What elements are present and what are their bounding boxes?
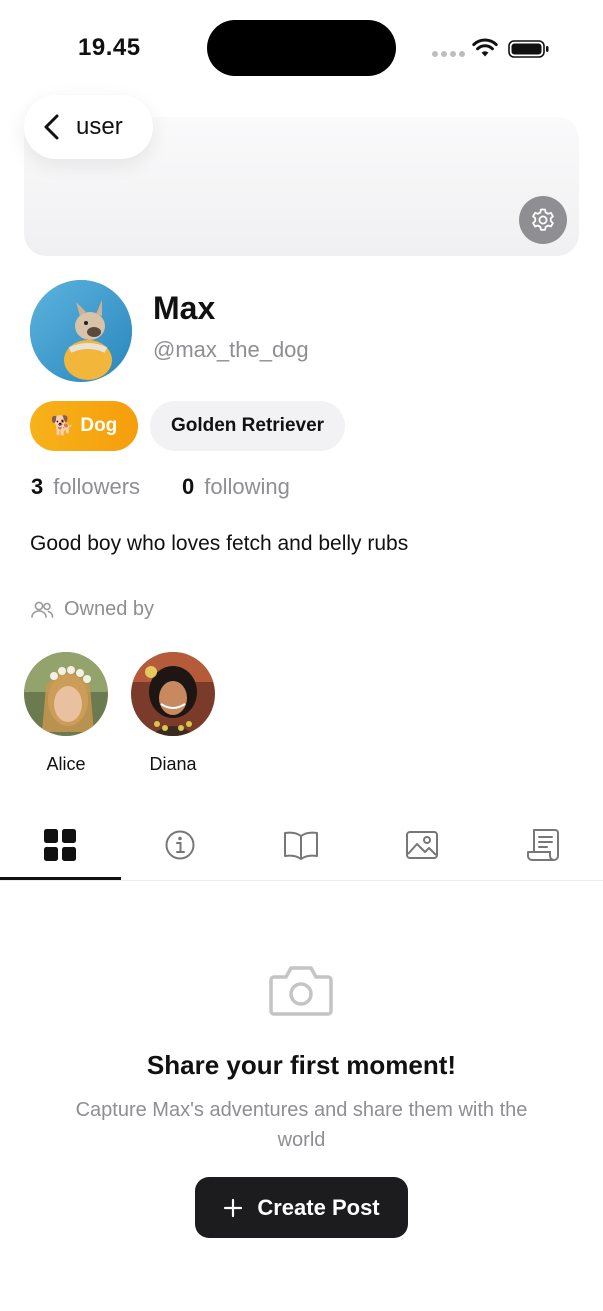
- pet-handle: @max_the_dog: [153, 337, 309, 362]
- settings-button[interactable]: [519, 196, 567, 244]
- following-stat[interactable]: 0 following: [182, 474, 290, 500]
- pet-name: Max: [153, 290, 216, 326]
- create-post-button[interactable]: Create Post: [195, 1177, 408, 1238]
- owner-diana[interactable]: Diana: [131, 652, 215, 775]
- pet-bio: Good boy who loves fetch and belly rubs: [30, 532, 409, 555]
- wifi-icon: [472, 38, 498, 57]
- back-button[interactable]: user: [24, 95, 153, 159]
- owned-by-heading: Owned by: [30, 598, 154, 621]
- back-button-label: user: [76, 113, 123, 140]
- tab-info[interactable]: [120, 810, 240, 880]
- book-icon: [284, 831, 318, 860]
- owner-name: Alice: [46, 754, 86, 774]
- photo-icon: [406, 831, 438, 859]
- owner-name: Diana: [149, 754, 197, 774]
- status-time: 19.45: [78, 34, 141, 61]
- profile-tabs: [0, 810, 603, 881]
- pet-profile-screen: 19.45 user Max @max_the_dog 🐕 Dog Golden…: [0, 0, 603, 1311]
- following-count: 0: [182, 474, 195, 499]
- followers-stat[interactable]: 3 followers: [31, 474, 140, 500]
- gear-icon: [532, 208, 554, 231]
- tab-photos[interactable]: [362, 810, 482, 880]
- species-tag-label: Dog: [80, 415, 118, 436]
- breed-tag[interactable]: Golden Retriever: [150, 401, 345, 451]
- pet-avatar[interactable]: [30, 280, 132, 382]
- owner-avatar: [24, 652, 108, 736]
- pet-photo: [30, 280, 132, 382]
- empty-state-subtitle: Capture Max's adventures and share them …: [75, 1099, 528, 1151]
- tab-records[interactable]: [483, 810, 603, 880]
- plus-icon: [224, 1198, 243, 1217]
- users-icon: [31, 601, 54, 618]
- battery-icon: [508, 40, 549, 58]
- tab-journal[interactable]: [241, 810, 361, 880]
- chevron-left-icon: [44, 114, 59, 140]
- grid-icon: [44, 829, 76, 861]
- cellular-signal-icon: [432, 51, 465, 57]
- dynamic-island: [207, 20, 396, 76]
- info-icon: [165, 830, 195, 860]
- breed-tag-label: Golden Retriever: [170, 415, 325, 436]
- following-label: following: [204, 474, 290, 499]
- owner-avatar: [131, 652, 215, 736]
- receipt-icon: [527, 829, 559, 861]
- dog-icon: 🐕: [50, 416, 75, 437]
- create-post-label: Create Post: [257, 1194, 380, 1220]
- empty-state-title: Share your first moment!: [146, 1050, 457, 1080]
- active-tab-indicator: [0, 877, 121, 880]
- species-tag[interactable]: 🐕 Dog: [30, 401, 138, 451]
- followers-count: 3: [31, 474, 44, 499]
- followers-label: followers: [53, 474, 141, 499]
- camera-icon: [269, 966, 333, 1016]
- owned-by-label: Owned by: [64, 598, 155, 620]
- owner-alice[interactable]: Alice: [24, 652, 108, 775]
- tab-posts[interactable]: [0, 810, 120, 880]
